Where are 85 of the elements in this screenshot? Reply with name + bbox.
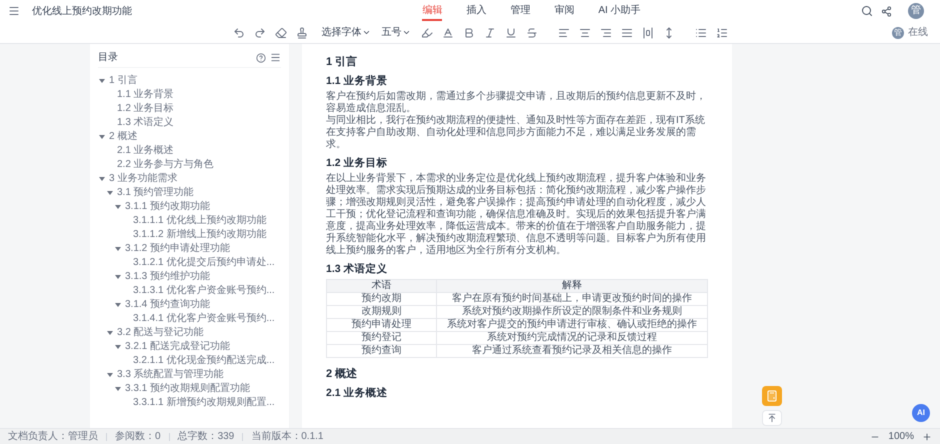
caret-icon bbox=[362, 28, 370, 37]
subsection-heading: 1.1 业务背景 bbox=[326, 75, 389, 88]
collaborator-avatar[interactable]: 管 bbox=[892, 26, 904, 38]
toc-item[interactable]: 3.1.3 预约维护功能 bbox=[125, 271, 210, 283]
paragraph: 在以上业务背景下，本需求的业务定位是优化线上预约改期流程，提升客户体验和业务处理效率。需求实现后预期达成的业务目标包括：简化预约改期流程，减少客户操作步骤；增强改期规则灵活性，避免客户误操作；提高预约申请处理的自动化程度，减少人工干预；优化登记流程和查询功能，确保信息准确及时。实现后的效果包括提升客户满意度，提高业务处理效率，降低运营成本。带来的价值在于增强客户自助服务能力，提升系统智能化水平，解决预约改期流程繁琐、信息不透明等问题。目标客户为所有使用线上预约服务的客户，适用地区为全行所有分支机构。 bbox=[326, 173, 707, 257]
share-icon[interactable] bbox=[881, 6, 892, 16]
table-cell: 系统对客户提交的预约申请进行审核、确认或拒绝的操作 bbox=[436, 318, 708, 332]
toc-item[interactable]: 3.3 系统配置与管理功能 bbox=[117, 369, 224, 381]
toc-item[interactable]: 1.2 业务目标 bbox=[117, 103, 174, 115]
toc-item[interactable]: 2.1 业务概述 bbox=[117, 145, 174, 157]
table-cell: 预约登记 bbox=[326, 332, 436, 344]
toc-item[interactable]: 3.1.1.1 优化线上预约改期功能 bbox=[133, 215, 266, 227]
table-cell: 系统对预约完成情况的记录和反馈过程 bbox=[436, 332, 708, 344]
font-size-dropdown[interactable]: 五号 bbox=[382, 25, 410, 40]
status-text: 文档负责人：管理员 bbox=[8, 430, 98, 444]
section-heading: 1 引言 bbox=[326, 56, 358, 69]
paragraph: 与同业相比，我行在预约改期流程的便捷性、通知及时性等方面存在差距，现有IT系统在支持客户自助改期、自动化处理和信息同步方面能力不足，难以满足业务发展的需求。 bbox=[326, 115, 706, 151]
toc-item[interactable]: 3.1.2 预约申请处理功能 bbox=[125, 243, 230, 255]
online-status: 在线 bbox=[908, 26, 928, 40]
subsection-heading: 2.1 业务概述 bbox=[326, 387, 389, 400]
toc-item[interactable]: 3.1.3.1 优化客户资金账号预约... bbox=[133, 285, 275, 297]
table-cell: 客户在原有预约时间基础上，申请更改预约时间的操作 bbox=[436, 292, 708, 306]
expand-toggle-icon[interactable] bbox=[98, 175, 106, 183]
status-text: 总字数：339 bbox=[178, 430, 234, 444]
menu-icon[interactable] bbox=[8, 5, 20, 17]
toc-item[interactable]: 1 引言 bbox=[109, 75, 138, 87]
table-cell: 改期规则 bbox=[326, 306, 436, 318]
table-cell: 系统对预约改期操作所设定的限制条件和业务规则 bbox=[436, 306, 708, 318]
toc-item[interactable]: 3.2.1 配送完成登记功能 bbox=[125, 341, 230, 353]
expand-toggle-icon[interactable] bbox=[114, 203, 122, 211]
toc-title: 目录 bbox=[98, 51, 119, 65]
expand-toggle-icon[interactable] bbox=[106, 189, 114, 197]
menu-tab[interactable]: AI 小助手 bbox=[598, 1, 641, 21]
search-icon[interactable] bbox=[861, 5, 873, 17]
user-avatar[interactable]: 管 bbox=[908, 3, 924, 19]
list-icon[interactable] bbox=[270, 52, 281, 63]
toc-item[interactable]: 3.2.1.1 优化现金预约配送完成... bbox=[133, 355, 275, 367]
status-text: 当前版本：0.1.1 bbox=[251, 430, 324, 444]
toc-item[interactable]: 3.1.1 预约改期功能 bbox=[125, 201, 210, 213]
toc-item[interactable]: 3.1.1.2 新增线上预约改期功能 bbox=[133, 229, 266, 241]
toc-item[interactable]: 3.3.1 预约改期规则配置功能 bbox=[125, 383, 250, 395]
toc-item[interactable]: 2 概述 bbox=[109, 131, 138, 143]
toc-item[interactable]: 1.3 术语定义 bbox=[117, 117, 174, 129]
toc-item[interactable]: 3.1.2.1 优化提交后预约申请处... bbox=[133, 257, 275, 269]
toc-item[interactable]: 1.1 业务背景 bbox=[117, 89, 174, 101]
toc-item[interactable]: 3 业务功能需求 bbox=[109, 173, 178, 185]
section-heading: 2 概述 bbox=[326, 368, 358, 381]
expand-toggle-icon[interactable] bbox=[114, 301, 122, 309]
toc-item[interactable]: 3.1.4 预约查询功能 bbox=[125, 299, 210, 311]
paragraph: 客户在预约后如需改期，需通过多个步骤提交申请，且改期后的预约信息更新不及时，容易造成信息混乱。 bbox=[326, 91, 707, 114]
back-to-top-button[interactable] bbox=[762, 410, 782, 426]
document-title: 优化线上预约改期功能 bbox=[32, 4, 133, 18]
menu-tab[interactable]: 插入 bbox=[466, 1, 486, 21]
subsection-heading: 1.2 业务目标 bbox=[326, 157, 389, 170]
expand-toggle-icon[interactable] bbox=[98, 133, 106, 141]
ai-assistant-button[interactable]: AI bbox=[912, 404, 930, 422]
table-cell: 预约改期 bbox=[326, 292, 436, 306]
expand-toggle-icon[interactable] bbox=[106, 371, 114, 379]
toc-item[interactable]: 3.1.4.1 优化客户资金账号预约... bbox=[133, 313, 275, 325]
expand-toggle-icon[interactable] bbox=[114, 343, 122, 351]
expand-toggle-icon[interactable] bbox=[106, 329, 114, 337]
expand-toggle-icon[interactable] bbox=[114, 245, 122, 253]
table-header-cell: 术语 bbox=[326, 280, 436, 292]
expand-toggle-icon[interactable] bbox=[98, 77, 106, 85]
help-icon[interactable] bbox=[256, 52, 266, 62]
expand-toggle-icon[interactable] bbox=[114, 273, 122, 281]
toc-item[interactable]: 2.2 业务参与方与角色 bbox=[117, 159, 214, 171]
expand-toggle-icon[interactable] bbox=[114, 385, 122, 393]
zoom-level: 100% bbox=[888, 430, 914, 444]
table-cell: 预约申请处理 bbox=[326, 318, 436, 332]
table-header-cell: 解释 bbox=[436, 280, 708, 292]
font-family-dropdown[interactable]: 选择字体 bbox=[322, 25, 370, 40]
toc-item[interactable]: 3.1 预约管理功能 bbox=[117, 187, 194, 199]
zoom-in-icon[interactable] bbox=[922, 432, 932, 442]
calculator-icon bbox=[766, 390, 778, 402]
toc-item[interactable]: 3.2 配送与登记功能 bbox=[117, 327, 204, 339]
menu-tab[interactable]: 管理 bbox=[510, 1, 530, 21]
table-cell: 客户通过系统查看预约记录及相关信息的操作 bbox=[436, 344, 708, 358]
table-cell: 预约查询 bbox=[326, 344, 436, 358]
status-text: 参阅数：0 bbox=[115, 430, 161, 444]
caret-icon bbox=[402, 28, 410, 37]
menu-tab[interactable]: 审阅 bbox=[554, 1, 574, 21]
toc-item[interactable]: 3.3.1.1 新增预约改期规则配置... bbox=[133, 397, 275, 409]
subsection-heading: 1.3 术语定义 bbox=[326, 263, 389, 276]
arrow-up-icon bbox=[767, 413, 777, 423]
